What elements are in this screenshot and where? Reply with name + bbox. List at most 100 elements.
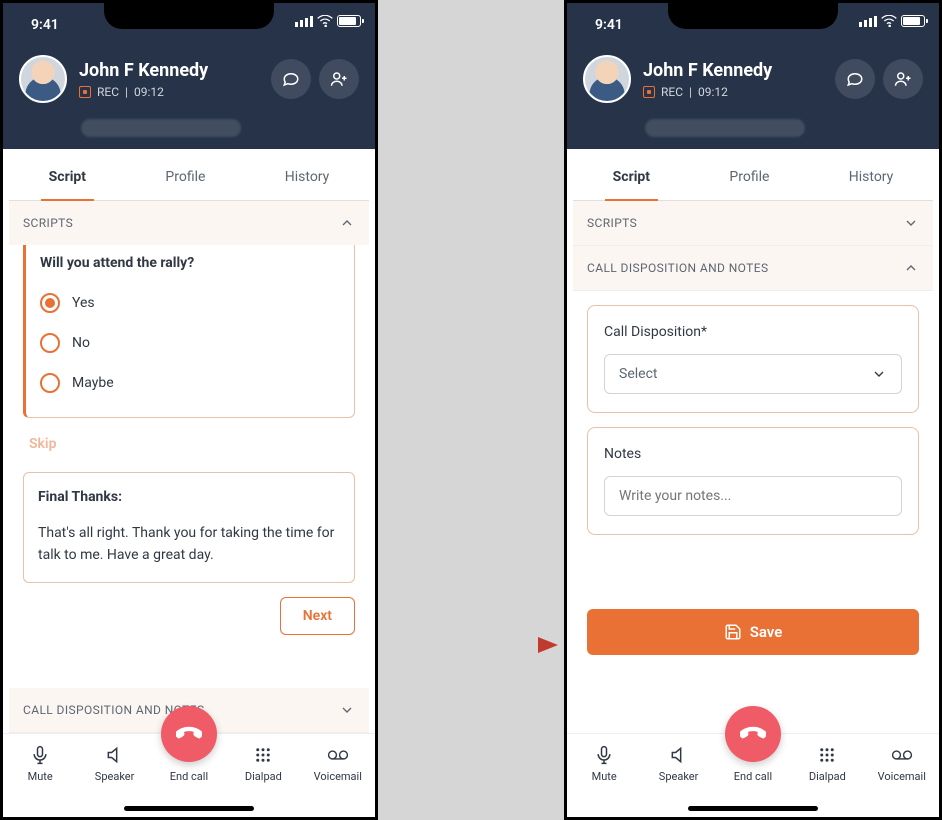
signal-icon — [859, 16, 877, 27]
end-call-fab[interactable] — [161, 706, 217, 762]
voicemail-button[interactable]: Voicemail — [305, 744, 370, 783]
skip-button[interactable]: Skip — [23, 418, 355, 458]
recording-status: REC | 09:12 — [79, 85, 208, 99]
dialpad-icon — [818, 746, 836, 764]
save-icon — [724, 623, 742, 641]
caller-row: John F Kennedy REC | 09:12 — [583, 55, 923, 103]
call-disposition-select[interactable]: Select — [604, 354, 902, 394]
end-call-fab[interactable] — [725, 706, 781, 762]
chevron-up-icon — [339, 215, 355, 231]
person-plus-icon — [330, 70, 348, 88]
mute-button[interactable]: Mute — [572, 744, 637, 783]
call-timer: 09:12 — [698, 85, 728, 99]
rec-label: REC — [97, 85, 119, 99]
mic-icon — [30, 745, 50, 765]
home-indicator — [688, 806, 818, 811]
header: 9:41 John F Kennedy REC | 09:12 — [3, 3, 375, 149]
dialpad-label: Dialpad — [809, 770, 846, 783]
notes-input[interactable] — [604, 476, 902, 516]
chevron-up-icon — [903, 260, 919, 276]
question-title: Will you attend the rally? — [40, 255, 340, 271]
speaker-icon — [669, 745, 689, 765]
select-placeholder: Select — [619, 366, 657, 382]
dialpad-button[interactable]: Dialpad — [231, 744, 296, 783]
add-person-button[interactable] — [319, 59, 359, 99]
phone-right: 9:41 John F Kennedy REC | 09:12 — [564, 0, 942, 820]
call-disposition-label: Call Disposition* — [604, 324, 902, 340]
wifi-icon — [317, 15, 333, 27]
tab-history[interactable]: History — [277, 153, 338, 200]
notch — [104, 0, 274, 29]
endcall-label: End call — [734, 770, 772, 783]
add-person-button[interactable] — [883, 59, 923, 99]
speaker-button[interactable]: Speaker — [82, 744, 147, 783]
next-button[interactable]: Next — [280, 597, 355, 635]
tab-profile[interactable]: Profile — [157, 153, 213, 200]
call-timer: 09:12 — [134, 85, 164, 99]
content-sheet: Script Profile History SCRIPTS Will you … — [9, 153, 369, 733]
tab-script[interactable]: Script — [605, 153, 658, 201]
option-no[interactable]: No — [40, 323, 340, 363]
option-yes-label: Yes — [72, 295, 95, 311]
endcall-label: End call — [170, 770, 208, 783]
dialpad-button[interactable]: Dialpad — [795, 744, 860, 783]
radio-icon — [40, 333, 60, 353]
blurred-phone — [645, 119, 805, 137]
save-label: Save — [750, 623, 783, 641]
avatar[interactable] — [19, 55, 67, 103]
radio-icon — [40, 373, 60, 393]
recording-status: REC | 09:12 — [643, 85, 772, 99]
statusbar-icons — [295, 15, 361, 27]
record-icon — [643, 86, 655, 98]
option-no-label: No — [72, 335, 90, 351]
section-scripts-header[interactable]: SCRIPTS — [9, 201, 369, 246]
rec-label: REC — [661, 85, 683, 99]
caller-name: John F Kennedy — [643, 60, 772, 81]
chat-icon — [846, 70, 864, 88]
blurred-phone — [81, 119, 241, 137]
section-scripts-header-collapsed[interactable]: SCRIPTS — [573, 201, 933, 246]
mute-button[interactable]: Mute — [8, 744, 73, 783]
chevron-down-icon — [903, 215, 919, 231]
avatar[interactable] — [583, 55, 631, 103]
tab-profile[interactable]: Profile — [721, 153, 777, 200]
notes-label: Notes — [604, 446, 902, 462]
voicemail-icon — [891, 746, 913, 764]
chat-button[interactable] — [271, 59, 311, 99]
tabs: Script Profile History — [9, 153, 369, 201]
section-scripts-label: SCRIPTS — [587, 216, 637, 230]
battery-icon — [901, 15, 925, 27]
dialpad-label: Dialpad — [245, 770, 282, 783]
chevron-down-icon — [871, 366, 887, 382]
caller-name: John F Kennedy — [79, 60, 208, 81]
speaker-button[interactable]: Speaker — [646, 744, 711, 783]
option-maybe[interactable]: Maybe — [40, 363, 340, 403]
speaker-label: Speaker — [95, 770, 135, 783]
home-indicator — [124, 806, 254, 811]
tab-history[interactable]: History — [841, 153, 902, 200]
tab-script[interactable]: Script — [41, 153, 94, 201]
statusbar-time: 9:41 — [595, 17, 623, 33]
chevron-down-icon — [339, 702, 355, 718]
dialpad-icon — [254, 746, 272, 764]
voicemail-icon — [327, 746, 349, 764]
record-icon — [79, 86, 91, 98]
speaker-icon — [105, 745, 125, 765]
speaker-label: Speaker — [659, 770, 699, 783]
call-bar: Mute Speaker End call Dialpad Voicemail — [3, 733, 375, 817]
chat-button[interactable] — [835, 59, 875, 99]
save-button[interactable]: Save — [587, 609, 919, 655]
option-yes[interactable]: Yes — [40, 283, 340, 323]
statusbar-icons — [859, 15, 925, 27]
final-thanks-card: Final Thanks: That's all right. Thank yo… — [23, 472, 355, 583]
section-disposition-header[interactable]: CALL DISPOSITION AND NOTES — [573, 246, 933, 291]
wifi-icon — [881, 15, 897, 27]
caller-row: John F Kennedy REC | 09:12 — [19, 55, 359, 103]
tabs: Script Profile History — [573, 153, 933, 201]
statusbar-time: 9:41 — [31, 17, 59, 33]
voicemail-button[interactable]: Voicemail — [869, 744, 934, 783]
voicemail-label: Voicemail — [314, 770, 362, 783]
voicemail-label: Voicemail — [878, 770, 926, 783]
final-thanks-body: That's all right. Thank you for taking t… — [38, 523, 340, 566]
radio-selected-icon — [40, 293, 60, 313]
